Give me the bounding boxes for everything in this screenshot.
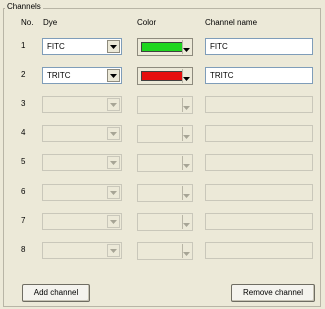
header-no: No. xyxy=(21,18,34,27)
chevron-down-icon[interactable] xyxy=(183,220,190,229)
header-dye: Dye xyxy=(43,18,58,27)
row-number: 7 xyxy=(21,216,26,225)
color-picker[interactable] xyxy=(137,38,193,56)
dye-dropdown-button[interactable] xyxy=(107,215,120,228)
chevron-down-icon xyxy=(110,219,117,224)
color-picker[interactable] xyxy=(137,184,193,202)
dye-dropdown-button[interactable] xyxy=(107,186,120,199)
channel-name-value: TRITC xyxy=(210,71,234,80)
row-number: 3 xyxy=(21,99,26,108)
color-picker[interactable] xyxy=(137,242,193,260)
channel-name-input[interactable] xyxy=(205,96,313,113)
dye-dropdown-button[interactable] xyxy=(107,156,120,169)
dye-dropdown[interactable] xyxy=(42,96,122,113)
dye-dropdown-button[interactable] xyxy=(107,98,120,111)
dye-value: FITC xyxy=(47,42,65,51)
color-swatch xyxy=(141,42,183,52)
row-number: 2 xyxy=(21,70,26,79)
chevron-down-icon xyxy=(110,131,117,136)
chevron-down-icon[interactable] xyxy=(183,103,190,112)
add-channel-button[interactable]: Add channel xyxy=(22,284,90,302)
chevron-down-icon xyxy=(110,44,117,49)
header-channel-name: Channel name xyxy=(205,18,258,27)
dye-dropdown-button[interactable] xyxy=(107,244,120,257)
channel-name-input[interactable] xyxy=(205,125,313,142)
chevron-down-icon[interactable] xyxy=(183,74,190,83)
dye-dropdown[interactable] xyxy=(42,213,122,230)
chevron-down-icon[interactable] xyxy=(183,191,190,200)
channel-name-input[interactable]: FITC xyxy=(205,38,313,55)
channels-group-title: Channels xyxy=(5,2,43,12)
dye-dropdown[interactable] xyxy=(42,154,122,171)
dye-dropdown[interactable] xyxy=(42,184,122,201)
row-number: 1 xyxy=(21,41,26,50)
color-picker[interactable] xyxy=(137,125,193,143)
channel-name-input[interactable] xyxy=(205,184,313,201)
chevron-down-icon[interactable] xyxy=(183,161,190,170)
channel-name-input[interactable] xyxy=(205,242,313,259)
channel-name-input[interactable]: TRITC xyxy=(205,67,313,84)
color-picker[interactable] xyxy=(137,213,193,231)
color-swatch xyxy=(141,71,183,81)
channel-name-value: FITC xyxy=(210,42,228,51)
chevron-down-icon xyxy=(110,160,117,165)
chevron-down-icon xyxy=(110,102,117,107)
dye-dropdown[interactable]: FITC xyxy=(42,38,122,55)
row-number: 8 xyxy=(21,245,26,254)
row-number: 5 xyxy=(21,157,26,166)
chevron-down-icon xyxy=(110,248,117,253)
dye-dropdown-button[interactable] xyxy=(107,40,120,53)
chevron-down-icon[interactable] xyxy=(183,45,190,54)
color-picker[interactable] xyxy=(137,67,193,85)
header-color: Color xyxy=(137,18,157,27)
color-picker[interactable] xyxy=(137,154,193,172)
color-picker[interactable] xyxy=(137,96,193,114)
dye-dropdown[interactable] xyxy=(42,242,122,259)
dye-dropdown[interactable] xyxy=(42,125,122,142)
channel-name-input[interactable] xyxy=(205,154,313,171)
channel-name-input[interactable] xyxy=(205,213,313,230)
dye-dropdown-button[interactable] xyxy=(107,127,120,140)
chevron-down-icon xyxy=(110,73,117,78)
row-number: 6 xyxy=(21,187,26,196)
dye-dropdown[interactable]: TRITC xyxy=(42,67,122,84)
chevron-down-icon[interactable] xyxy=(183,249,190,258)
chevron-down-icon[interactable] xyxy=(183,132,190,141)
row-number: 4 xyxy=(21,128,26,137)
dye-dropdown-button[interactable] xyxy=(107,69,120,82)
chevron-down-icon xyxy=(110,190,117,195)
remove-channel-button[interactable]: Remove channel xyxy=(231,284,315,302)
dye-value: TRITC xyxy=(47,71,71,80)
